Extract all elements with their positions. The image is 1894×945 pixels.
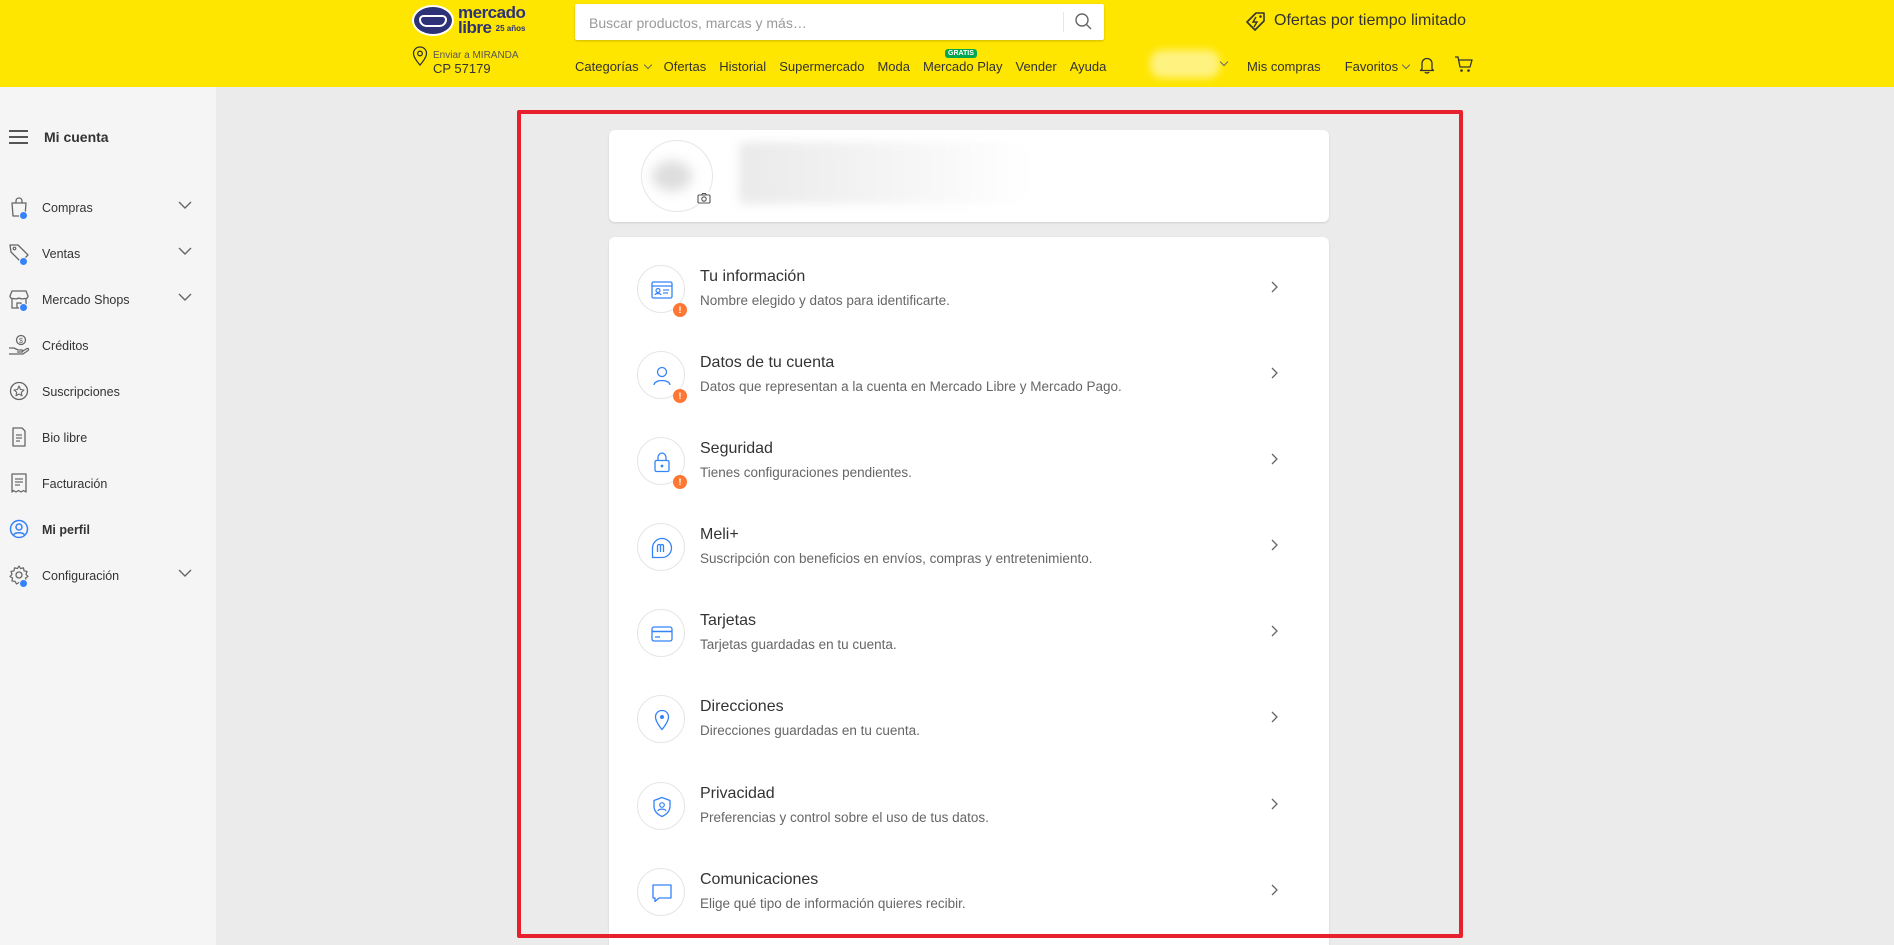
nav-offers[interactable]: Ofertas xyxy=(664,59,707,74)
logo-years: 25 años xyxy=(495,24,526,34)
hamburger-menu-icon[interactable] xyxy=(9,130,28,144)
promo-link[interactable]: Ofertas por tiempo limitado xyxy=(1244,8,1466,34)
chevron-down-icon xyxy=(643,60,652,69)
notification-dot xyxy=(19,303,28,312)
free-badge: GRATIS xyxy=(945,49,977,58)
sidebar-item-label: Ventas xyxy=(42,247,81,261)
sidebar-item-mercado-shops[interactable]: Mercado Shops xyxy=(0,282,216,318)
user-menu-blurred[interactable] xyxy=(1150,50,1220,78)
sidebar-title: Mi cuenta xyxy=(44,129,109,145)
top-header: mercado libre 25 años Buscar productos, … xyxy=(0,0,1894,87)
chevron-down-icon[interactable] xyxy=(178,244,192,258)
notification-dot xyxy=(19,257,28,266)
credit-hand-icon: $ xyxy=(9,334,30,355)
sidebar-item-bio-libre[interactable]: Bio libre xyxy=(0,420,216,456)
nav-history[interactable]: Historial xyxy=(719,59,766,74)
sidebar-item-label: Facturación xyxy=(42,477,108,491)
bell-icon[interactable] xyxy=(1418,55,1436,75)
highlight-frame xyxy=(517,110,1463,938)
chevron-down-icon xyxy=(1401,60,1411,69)
nav-mercado-play[interactable]: GRATIS Mercado Play xyxy=(923,49,1003,74)
main-nav: Categorías Ofertas Historial Supermercad… xyxy=(575,49,1107,74)
shipping-location[interactable]: Enviar a MIRANDA CP 57179 xyxy=(412,46,532,76)
sidebar-item-label: Bio libre xyxy=(42,431,88,445)
user-nav: Mis compras Favoritos xyxy=(1247,59,1411,74)
bio-icon xyxy=(12,427,26,447)
subscription-icon xyxy=(9,381,29,401)
favorites-link[interactable]: Favoritos xyxy=(1344,59,1411,74)
svg-text:$: $ xyxy=(19,338,23,345)
nav-fashion[interactable]: Moda xyxy=(877,59,910,74)
sidebar-item-label: Configuración xyxy=(42,569,120,583)
location-postal-code: CP 57179 xyxy=(433,61,491,76)
sidebar-item-creditos[interactable]: $ Créditos xyxy=(0,328,216,364)
sidebar-item-label: Mi perfil xyxy=(42,523,90,537)
sidebar-header[interactable]: Mi cuenta xyxy=(9,129,109,145)
search-bar[interactable]: Buscar productos, marcas y más… xyxy=(575,4,1104,40)
notification-dot xyxy=(19,579,28,588)
sidebar-item-label: Suscripciones xyxy=(42,385,120,399)
receipt-icon xyxy=(11,473,27,493)
logo-wordmark: mercado libre 25 años xyxy=(458,4,526,37)
profile-icon xyxy=(9,519,29,539)
nav-label: Ofertas xyxy=(663,59,707,74)
sidebar-item-compras[interactable]: Compras xyxy=(0,190,216,226)
account-sidebar: Mi cuenta Compras Ventas Mercado Shops $… xyxy=(0,87,216,945)
sidebar-item-facturacion[interactable]: Facturación xyxy=(0,466,216,502)
sidebar-item-label: Créditos xyxy=(42,339,89,353)
chevron-down-icon[interactable] xyxy=(178,290,192,304)
notification-dot xyxy=(19,211,28,220)
search-input[interactable]: Buscar productos, marcas y más… xyxy=(589,15,807,31)
favorites-label: Favoritos xyxy=(1344,59,1399,74)
price-tag-icon xyxy=(1246,12,1265,31)
sidebar-item-suscripciones[interactable]: Suscripciones xyxy=(0,374,216,410)
nav-label: Mercado Play xyxy=(923,59,1003,74)
chevron-down-icon[interactable] xyxy=(178,198,192,212)
handshake-logo-icon xyxy=(412,5,454,36)
sidebar-item-configuracion[interactable]: Configuración xyxy=(0,558,216,594)
location-label: Enviar a MIRANDA xyxy=(433,50,519,61)
sidebar-item-label: Compras xyxy=(42,201,93,215)
sidebar-item-mi-perfil[interactable]: Mi perfil xyxy=(0,512,216,548)
my-purchases-link[interactable]: Mis compras xyxy=(1247,59,1321,74)
nav-supermarket[interactable]: Supermercado xyxy=(779,59,864,74)
nav-label: Ayuda xyxy=(1069,59,1107,74)
promo-text: Ofertas por tiempo limitado xyxy=(1274,12,1467,29)
nav-sell[interactable]: Vender xyxy=(1015,59,1056,74)
nav-label: Vender xyxy=(1015,59,1057,74)
chevron-down-icon[interactable] xyxy=(178,566,192,580)
search-divider xyxy=(1063,12,1064,32)
nav-label: Historial xyxy=(719,59,767,74)
chevron-down-icon xyxy=(1219,57,1229,67)
nav-categories[interactable]: Categorías xyxy=(575,59,652,74)
nav-label: Supermercado xyxy=(779,59,865,74)
mercado-libre-logo[interactable]: mercado libre 25 años xyxy=(412,3,532,39)
cart-icon[interactable] xyxy=(1454,55,1474,73)
my-purchases-label: Mis compras xyxy=(1247,59,1321,74)
location-pin-icon xyxy=(412,46,428,66)
search-icon[interactable] xyxy=(1072,10,1096,34)
sidebar-item-label: Mercado Shops xyxy=(42,293,130,307)
logo-line-2: libre xyxy=(458,18,492,37)
nav-help[interactable]: Ayuda xyxy=(1070,59,1107,74)
nav-label: Categorías xyxy=(575,59,639,74)
nav-label: Moda xyxy=(877,59,910,74)
sidebar-item-ventas[interactable]: Ventas xyxy=(0,236,216,272)
